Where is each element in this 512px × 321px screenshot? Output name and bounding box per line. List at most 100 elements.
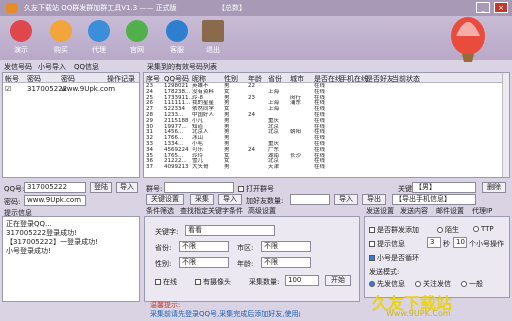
tab-import-small[interactable]: 小号导入 <box>38 62 66 72</box>
tab-send-content[interactable]: 发送内容 <box>400 206 428 216</box>
tab-mail-settings[interactable]: 邮件设置 <box>436 206 464 216</box>
collect-table: 序号 QQ号码 昵称 性别 年龄 省份 城市 是否在线 手机在线 是否好友 当前状态 23 12980… <box>143 72 510 178</box>
checkbox-label: 在线 <box>163 278 177 286</box>
stranger-radio[interactable]: 陌生 <box>437 225 459 235</box>
toolbar-demo[interactable]: 演示 <box>4 20 38 58</box>
tab-keyword[interactable]: 查找指定关键字条件 <box>180 206 243 216</box>
import-list-button[interactable]: 导入 <box>218 194 242 205</box>
title-bar: 久友下载站 QQ群发群加群工具V1.3 —— 正式版 【总数】 _ × <box>0 0 512 16</box>
toolbar-support[interactable]: 客服 <box>160 20 194 58</box>
window-caption: 【总数】 <box>218 4 246 12</box>
row-checkbox[interactable]: ☑ <box>5 85 11 93</box>
checkbox-box <box>155 279 161 285</box>
toolbar: 演示 购买 代理 官网 客服 退出 <box>0 16 512 62</box>
city-label: 市区: <box>237 244 254 252</box>
tab-qq-info[interactable]: QQ信息 <box>74 62 99 72</box>
loop-checkbox[interactable]: 小号是否循环 <box>369 253 419 263</box>
account-panel: 发信号码 小号导入 QQ信息 帐号 密码 密码 操作记录 ☑ 317005222… <box>2 62 140 178</box>
minimize-button[interactable]: _ <box>476 2 490 13</box>
tip-checkbox[interactable]: 提示信息 <box>369 239 405 249</box>
radio-circle <box>415 281 421 287</box>
checkbox-box <box>238 186 244 192</box>
toolbar-website[interactable]: 官网 <box>120 20 154 58</box>
table-row[interactable]: 37 4099213 大头哥 男 天津 在线 <box>144 164 502 170</box>
checkbox-label: 有摄像头 <box>203 278 231 286</box>
watermark-url: Www.9UPK.Com <box>386 309 451 318</box>
add-count-label: 加好友数量: <box>246 197 284 205</box>
col-header[interactable]: 帐号 <box>5 74 19 84</box>
province-label: 省份: <box>155 244 172 252</box>
qq-label: QQ号: <box>4 185 25 193</box>
group-add-checkbox[interactable]: 是否群发添加 <box>369 225 419 235</box>
checkbox-box <box>369 241 375 247</box>
radio-circle <box>369 281 375 287</box>
export-button[interactable]: 导出 <box>362 194 386 205</box>
kw-settings-button[interactable]: 关键设置 <box>146 194 184 205</box>
group-label: 群号: <box>146 185 163 193</box>
province-select[interactable]: 不限 <box>179 241 229 252</box>
vertical-scrollbar[interactable] <box>502 73 509 177</box>
count-input[interactable]: 100 <box>285 275 319 286</box>
checkbox-box <box>195 279 201 285</box>
login-button[interactable]: 登陆 <box>90 182 112 193</box>
tab-filter[interactable]: 条件筛选 <box>146 206 174 216</box>
footer-tip-text: 采集前请先登录QQ号,采集完成后添加好友,使用此软件请遵守相关法律法规。 <box>150 310 300 318</box>
city-select[interactable]: 不限 <box>261 241 311 252</box>
delay-input[interactable]: 3 <box>427 237 441 248</box>
radio-label: 陌生 <box>445 226 459 234</box>
checkbox-label: 提示信息 <box>377 240 405 248</box>
group-input[interactable] <box>164 182 234 193</box>
age-select[interactable]: 不限 <box>261 257 311 268</box>
start-collect-button[interactable]: 开始 <box>325 275 351 286</box>
per-input[interactable]: 10 <box>453 237 467 248</box>
age-label: 年龄: <box>237 260 254 268</box>
toolbar-agent[interactable]: 代理 <box>82 20 116 58</box>
globe-icon <box>126 20 148 42</box>
save-button[interactable]: 导入 <box>334 194 358 205</box>
radio-label: 一般 <box>469 280 483 288</box>
table-cell: 在线 <box>314 164 326 171</box>
online-checkbox[interactable]: 在线 <box>155 277 177 287</box>
pwd-input[interactable]: www.9Upk.com <box>24 195 86 206</box>
col-header[interactable]: 操作记录 <box>107 74 135 84</box>
delete-button[interactable]: 删除 <box>482 182 506 193</box>
table-row[interactable]: ☑ 317005222 www.9Upk.com <box>3 84 139 94</box>
sex-label: 性别: <box>155 260 172 268</box>
table-cell: 天津 <box>268 164 280 171</box>
agent-icon <box>88 20 110 42</box>
filter-kw-label: 关键字: <box>155 228 179 236</box>
cart-icon <box>50 20 72 42</box>
export-target-select[interactable]: 【导出手机信息】 <box>392 194 476 205</box>
tab-proxy-ip[interactable]: 代理IP <box>472 206 492 216</box>
toolbar-buy[interactable]: 购买 <box>44 20 78 58</box>
window-title: 久友下载站 QQ群发群加群工具V1.3 —— 正式版 <box>24 4 177 12</box>
tab-send-settings[interactable]: 发送设置 <box>366 206 394 216</box>
ttp-radio[interactable]: TTP <box>473 225 494 233</box>
col-header[interactable]: 密码 <box>27 74 41 84</box>
close-button[interactable]: × <box>494 2 508 13</box>
sex-select[interactable]: 不限 <box>179 257 229 268</box>
filter-kw-input[interactable]: 看看 <box>185 225 275 236</box>
qq-input[interactable]: 317005222 <box>24 182 86 193</box>
checkbox-label: 打开群号 <box>246 185 274 193</box>
pwd-label: 密码: <box>4 198 21 206</box>
collect-title: 采集到的有效号码列表 <box>147 63 217 71</box>
add-count-input[interactable] <box>290 194 330 205</box>
import-button[interactable]: 导入 <box>116 182 138 193</box>
toolbar-exit[interactable]: 退出 <box>196 20 230 58</box>
col-header[interactable]: 密码 <box>61 74 75 84</box>
collect-table-body: 23 1298021 英雄不男 22 在线 24 178238... 没有资料女上海 在线 25 1… <box>144 83 502 177</box>
checkbox-label: 是否群发添加 <box>377 226 419 234</box>
collect-button[interactable]: 采集 <box>190 194 214 205</box>
tab-send-account[interactable]: 发信号码 <box>4 62 32 72</box>
log-line: 小号登录成功! <box>6 247 51 255</box>
camera-checkbox[interactable]: 有摄像头 <box>195 277 231 287</box>
collect-table-header: 序号 QQ号码 昵称 性别 年龄 省份 城市 是否在线 手机在线 是否好友 当前状态 <box>144 73 504 83</box>
table-cell: 大头哥 <box>192 164 209 171</box>
per-label: 个小号操作 <box>469 240 504 248</box>
radio-circle <box>461 281 467 287</box>
tab-advanced[interactable]: 高级设置 <box>248 206 276 216</box>
kw-input[interactable]: 【男】 <box>412 182 476 193</box>
open-group-checkbox[interactable]: 打开群号 <box>238 184 274 194</box>
table-cell: 4099213 <box>164 164 189 171</box>
